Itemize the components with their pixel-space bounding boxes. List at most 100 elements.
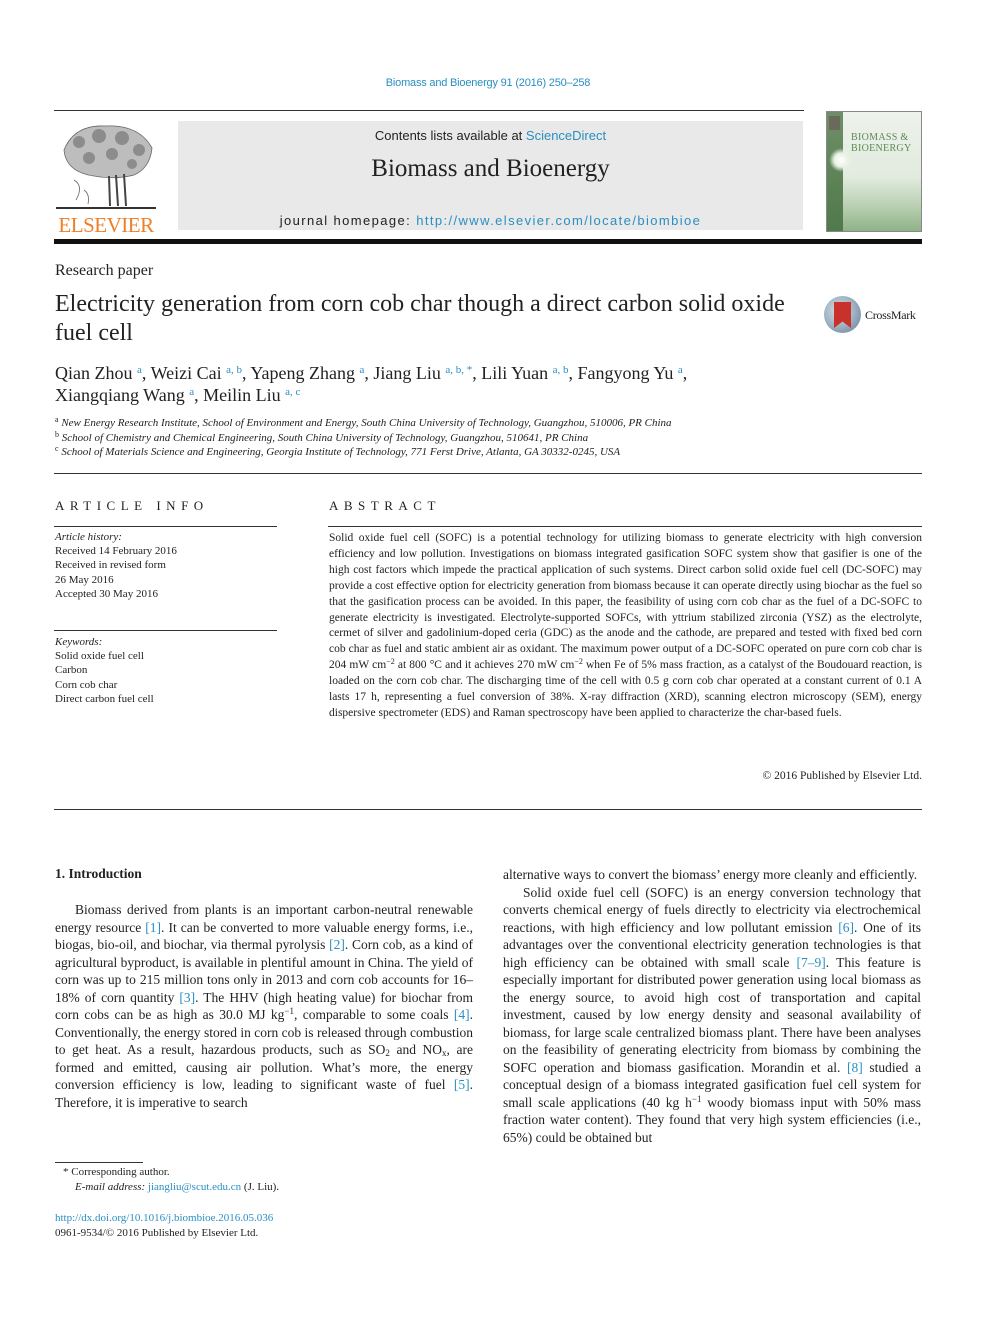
journal-homepage-link[interactable]: http://www.elsevier.com/locate/biombioe <box>416 213 701 228</box>
history-item: Accepted 30 May 2016 <box>55 587 158 600</box>
email-link[interactable]: jiangliu@scut.edu.cn <box>148 1181 241 1193</box>
author-name[interactable]: Qian Zhou <box>55 363 132 383</box>
abstract-part: at 800 °C and it achieves 270 mW cm <box>394 659 575 672</box>
cover-title-line2: BIOENERGY <box>851 143 912 154</box>
keywords-label: Keywords: <box>55 636 103 648</box>
elsevier-tree-icon <box>56 125 156 209</box>
front-matter-divider <box>54 809 922 810</box>
email-label: E-mail address: <box>75 1181 148 1193</box>
abstract-heading: ABSTRACT <box>329 498 441 513</box>
email-line: E-mail address: jiangliu@scut.edu.cn (J.… <box>55 1180 473 1195</box>
sciencedirect-link[interactable]: ScienceDirect <box>526 128 606 143</box>
keyword-item: Carbon <box>55 664 88 677</box>
crossmark-label: CrossMark <box>865 308 916 322</box>
crossmark-button[interactable]: CrossMark <box>824 296 924 336</box>
article-info-heading: ARTICLE INFO <box>55 498 209 513</box>
journal-citation[interactable]: Biomass and Bioenergy 91 (2016) 250–258 <box>0 77 976 89</box>
author-affiliation-ref[interactable]: a <box>189 386 194 398</box>
author-name[interactable]: Jiang Liu <box>373 363 441 383</box>
keywords-block: Keywords: Solid oxide fuel cell Carbon C… <box>55 635 277 706</box>
reference-link[interactable]: [6] <box>838 920 854 935</box>
author-name[interactable]: Meilin Liu <box>203 385 281 405</box>
keyword-item: Solid oxide fuel cell <box>55 650 144 663</box>
affiliation-text: School of Chemistry and Chemical Enginee… <box>61 431 589 444</box>
history-item: 26 May 2016 <box>55 573 114 586</box>
keyword-item: Direct carbon fuel cell <box>55 692 154 705</box>
journal-cover-image[interactable]: BIOMASS & BIOENERGY <box>826 111 922 232</box>
author-affiliation-ref[interactable]: a, b <box>553 364 569 376</box>
email-suffix: (J. Liu). <box>241 1181 280 1193</box>
cover-title-line1: BIOMASS & <box>851 132 909 143</box>
author-affiliation-ref[interactable]: a <box>137 364 142 376</box>
corresponding-author-footnote: * Corresponding author. E-mail address: … <box>55 1165 473 1195</box>
article-type: Research paper <box>55 262 154 279</box>
header-thick-divider <box>54 239 922 244</box>
corresponding-author-note: * Corresponding author. <box>63 1166 170 1178</box>
reference-link[interactable]: [2] <box>329 937 345 952</box>
article-history-label: Article history: <box>55 531 122 543</box>
cover-panel <box>843 112 921 231</box>
history-item: Received 14 February 2016 <box>55 545 177 558</box>
affiliation-key: a <box>55 415 59 424</box>
reference-link[interactable]: [4] <box>454 1007 470 1022</box>
abstract-part: Solid oxide fuel cell (SOFC) is a potent… <box>329 532 922 672</box>
reference-link[interactable]: [1] <box>145 920 161 935</box>
superscript: −1 <box>284 1006 294 1016</box>
article-history: Article history: Received 14 February 20… <box>55 530 277 601</box>
author-affiliation-ref[interactable]: a, c <box>285 386 300 398</box>
section-heading-introduction: 1. Introduction <box>55 866 142 881</box>
journal-name: Biomass and Bioenergy <box>371 155 610 182</box>
superscript: −2 <box>574 657 583 667</box>
journal-header-box: Contents lists available at ScienceDirec… <box>178 121 803 230</box>
reference-link[interactable]: [5] <box>454 1077 470 1092</box>
affiliation-key: b <box>55 429 59 439</box>
superscript: −2 <box>386 657 395 667</box>
affiliation-key: c <box>55 444 59 453</box>
header-divider <box>54 110 804 111</box>
author-affiliation-ref[interactable]: a <box>360 364 365 376</box>
article-title: Electricity generation from corn cob cha… <box>55 291 785 346</box>
abstract-copyright: © 2016 Published by Elsevier Ltd. <box>762 770 922 782</box>
author-affiliation-ref[interactable]: a, b, * <box>445 364 472 376</box>
affiliation-text: School of Materials Science and Engineer… <box>61 446 621 458</box>
history-item: Received in revised form <box>55 559 166 572</box>
author-affiliation-ref[interactable]: a, b <box>226 364 242 376</box>
cover-elsevier-badge-icon <box>829 116 840 130</box>
paragraph: Biomass derived from plants is an import… <box>55 902 474 1110</box>
body-column-right: alternative ways to convert the biomass’… <box>503 866 921 1146</box>
elsevier-wordmark: ELSEVIER <box>58 213 154 237</box>
affiliation-item: c School of Materials Science and Engine… <box>55 445 875 460</box>
doi-block: http://dx.doi.org/10.1016/j.biombioe.201… <box>55 1211 473 1241</box>
contents-prefix: Contents lists available at <box>374 128 526 143</box>
reference-link[interactable]: [7–9] <box>797 955 826 970</box>
homepage-prefix: journal homepage: <box>279 213 417 228</box>
issn-copyright: 0961-9534/© 2016 Published by Elsevier L… <box>55 1227 259 1239</box>
doi-link[interactable]: http://dx.doi.org/10.1016/j.biombioe.201… <box>55 1212 273 1224</box>
reference-link[interactable]: [3] <box>179 990 195 1005</box>
contents-available-line: Contents lists available at ScienceDirec… <box>178 128 803 143</box>
elsevier-logo[interactable]: ELSEVIER <box>54 120 158 237</box>
author-affiliation-ref[interactable]: a <box>678 364 683 376</box>
article-info-divider <box>54 526 277 527</box>
author-name[interactable]: Yapeng Zhang <box>250 363 355 383</box>
affiliation-text: New Energy Research Institute, School of… <box>61 417 672 429</box>
cover-title: BIOMASS & BIOENERGY <box>851 132 911 154</box>
affiliation-item: b School of Chemistry and Chemical Engin… <box>55 429 875 446</box>
author-name[interactable]: Fangyong Yu <box>578 363 674 383</box>
author-list: Qian Zhou a, Weizi Cai a, b, Yapeng Zhan… <box>55 363 688 405</box>
author-name[interactable]: Weizi Cai <box>151 363 222 383</box>
paragraph: alternative ways to convert the biomass’… <box>503 867 918 882</box>
keyword-item: Corn cob char <box>55 678 118 691</box>
paragraph: Solid oxide fuel cell (SOFC) is an energ… <box>503 884 921 1145</box>
author-name[interactable]: Xiangqiang Wang <box>55 385 185 405</box>
reference-link[interactable]: [8] <box>847 1060 863 1075</box>
affiliation-item: a New Energy Research Institute, School … <box>55 416 875 431</box>
footnote-divider <box>55 1162 143 1163</box>
journal-homepage-line: journal homepage: http://www.elsevier.co… <box>178 213 803 228</box>
abstract-text: Solid oxide fuel cell (SOFC) is a potent… <box>329 531 922 722</box>
keywords-divider <box>54 630 277 631</box>
abstract-divider <box>328 526 922 527</box>
affiliation-divider <box>54 473 922 474</box>
author-name[interactable]: Lili Yuan <box>481 363 548 383</box>
body-column-left: Biomass derived from plants is an import… <box>55 901 473 1111</box>
